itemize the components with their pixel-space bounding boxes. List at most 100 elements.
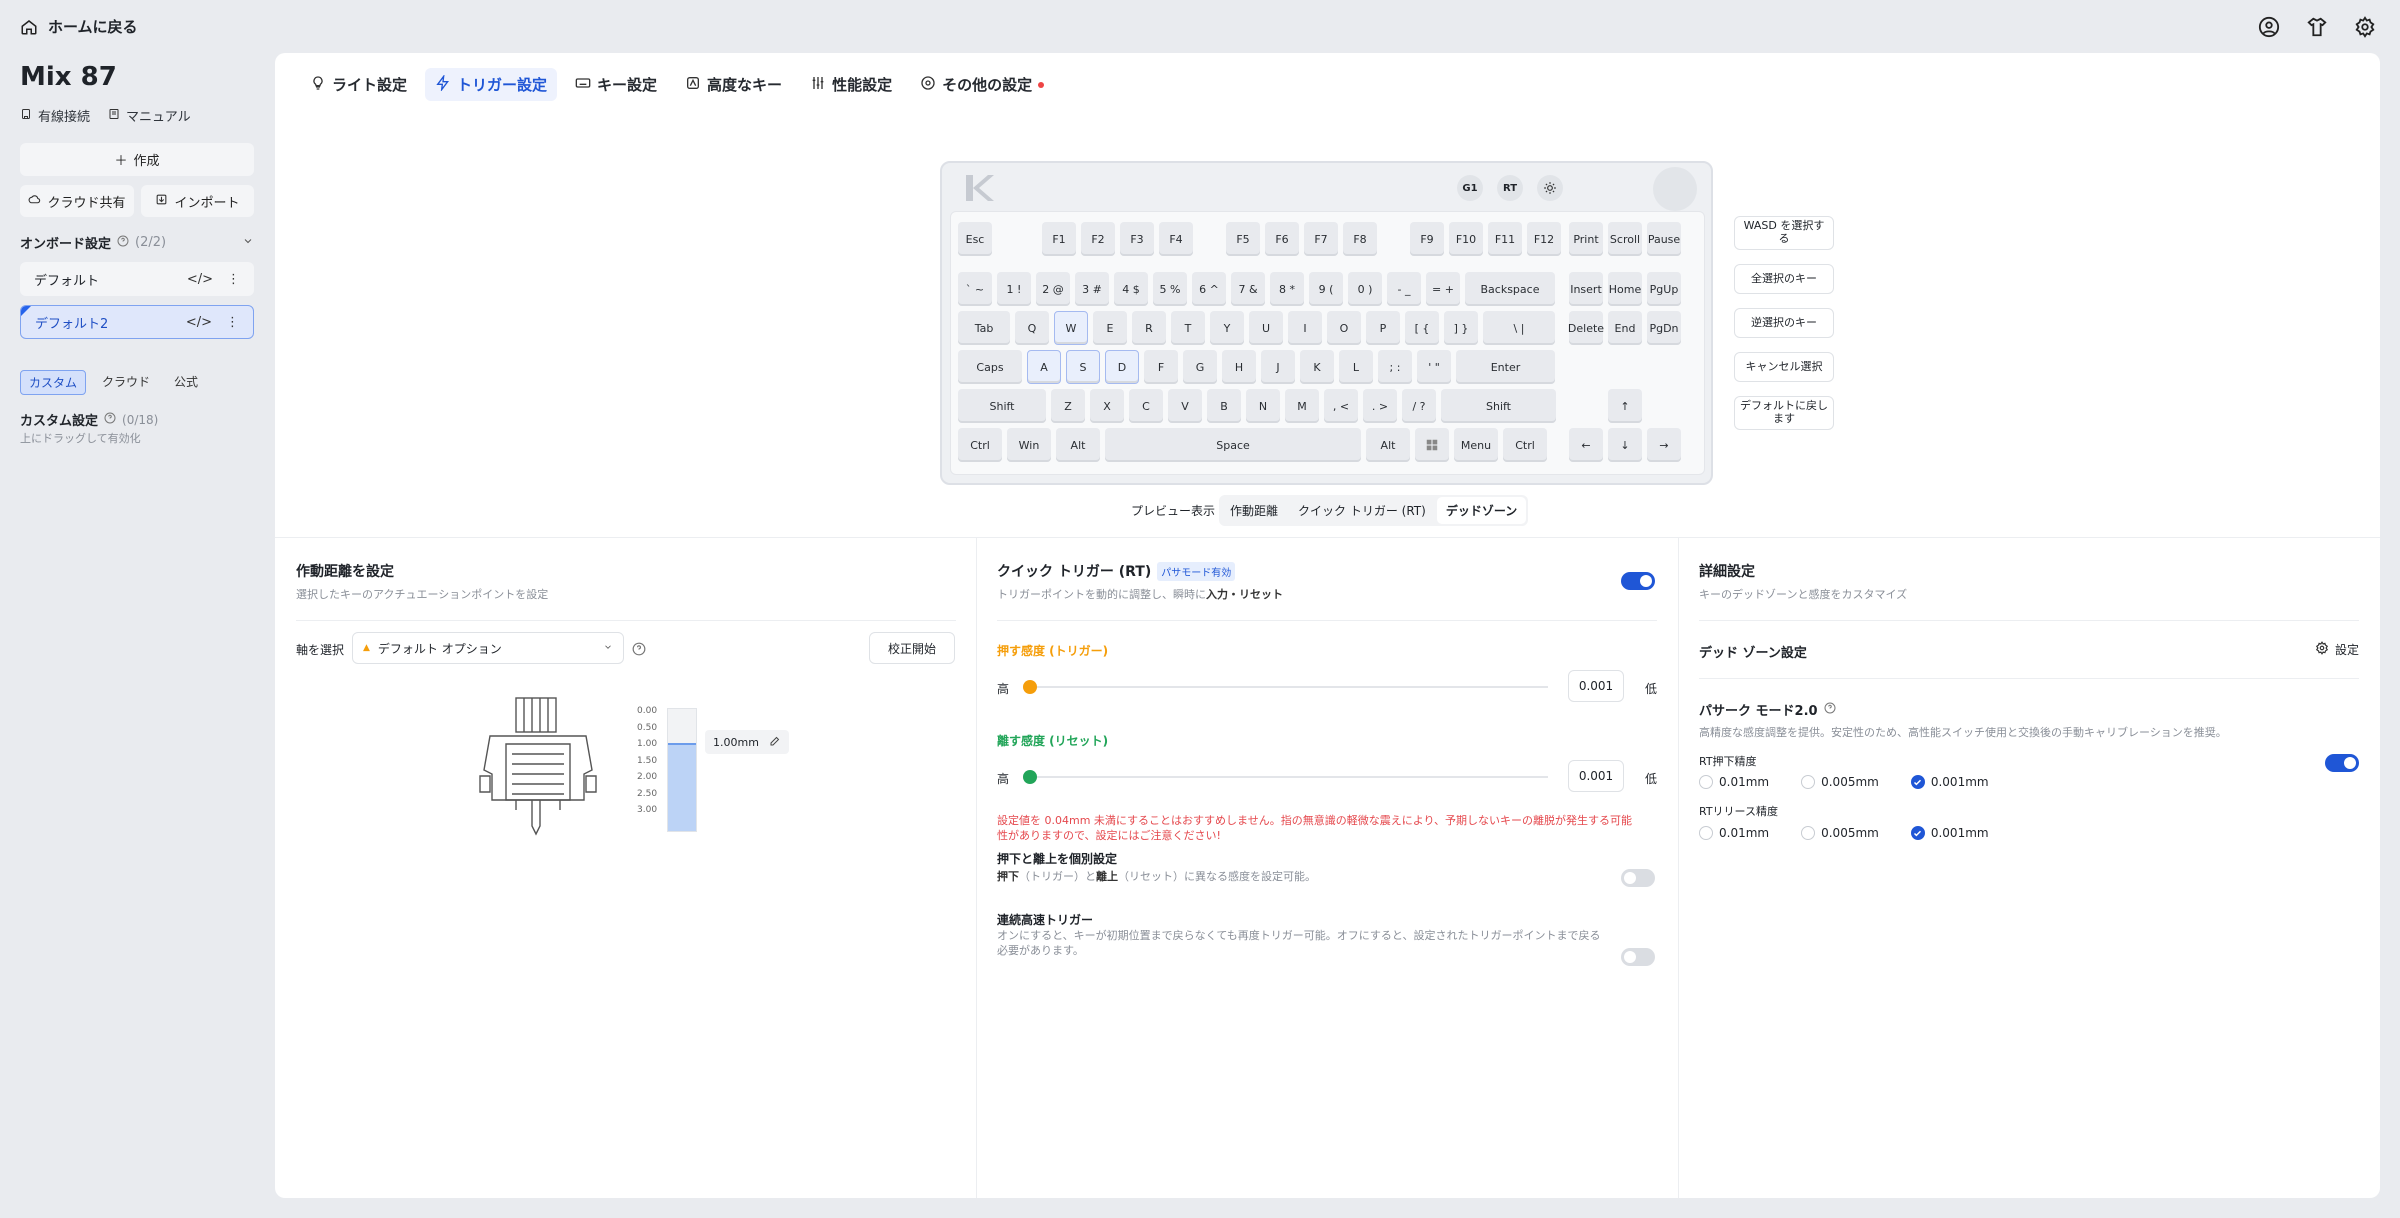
press-precision-option[interactable]: 0.001mm xyxy=(1910,775,1989,789)
create-button[interactable]: ＋ 作成 xyxy=(20,143,254,176)
key-'-"[interactable]: ' " xyxy=(1417,350,1451,384)
code-icon[interactable]: </> xyxy=(187,272,213,287)
edit-icon[interactable] xyxy=(769,735,781,750)
shirt-icon[interactable] xyxy=(2304,14,2330,40)
key-pause[interactable]: Pause xyxy=(1647,222,1681,256)
key---_[interactable]: - _ xyxy=(1387,272,1421,306)
key-l[interactable]: L xyxy=(1339,350,1373,384)
key-r[interactable]: R xyxy=(1132,311,1166,345)
key-;-:[interactable]: ; : xyxy=(1378,350,1412,384)
manual-link[interactable]: マニュアル xyxy=(108,106,191,125)
key-caps[interactable]: Caps xyxy=(958,350,1022,384)
tab-performance[interactable]: 性能設定 xyxy=(800,68,902,101)
key-print[interactable]: Print xyxy=(1569,222,1603,256)
key-shift[interactable]: Shift xyxy=(1441,389,1556,423)
release-precision-option[interactable]: 0.005mm xyxy=(1801,826,1879,840)
key-5-%[interactable]: 5 % xyxy=(1153,272,1187,306)
deadzone-settings-button[interactable]: 設定 xyxy=(2315,641,2359,658)
tab-trigger[interactable]: トリガー設定 xyxy=(425,68,558,101)
help-icon[interactable] xyxy=(632,641,646,660)
key-fn-icon[interactable] xyxy=(1415,428,1449,462)
key-i[interactable]: I xyxy=(1288,311,1322,345)
key-pgdn[interactable]: PgDn xyxy=(1647,311,1681,345)
key-4-$[interactable]: 4 $ xyxy=(1114,272,1148,306)
key-insert[interactable]: Insert xyxy=(1569,272,1603,306)
key-v[interactable]: V xyxy=(1168,389,1202,423)
key-delete[interactable]: Delete xyxy=(1568,311,1604,345)
key-f7[interactable]: F7 xyxy=(1304,222,1338,256)
key-2-@[interactable]: 2 @ xyxy=(1036,272,1070,306)
calibrate-button[interactable]: 校正開始 xyxy=(869,632,955,664)
filter-tab-cloud[interactable]: クラウド xyxy=(94,370,158,395)
key-shift[interactable]: Shift xyxy=(958,389,1046,423)
key-alt[interactable]: Alt xyxy=(1056,428,1100,462)
invert-selection-button[interactable]: 逆選択のキー xyxy=(1734,308,1834,338)
key-1-![interactable]: 1 ! xyxy=(997,272,1031,306)
axis-select[interactable]: ▲ デフォルト オプション xyxy=(352,632,624,664)
g1-button[interactable]: G1 xyxy=(1457,175,1483,201)
key-\-|[interactable]: \ | xyxy=(1483,311,1555,345)
key-end[interactable]: End xyxy=(1608,311,1642,345)
key-e[interactable]: E xyxy=(1093,311,1127,345)
cancel-selection-button[interactable]: キャンセル選択 xyxy=(1734,352,1834,382)
continuous-toggle[interactable] xyxy=(1621,948,1655,966)
key-o[interactable]: O xyxy=(1327,311,1361,345)
key-alt[interactable]: Alt xyxy=(1366,428,1410,462)
tab-key[interactable]: キー設定 xyxy=(565,68,667,101)
key-win[interactable]: Win xyxy=(1007,428,1051,462)
cloud-share-button[interactable]: クラウド共有 xyxy=(20,185,134,217)
help-icon[interactable] xyxy=(117,235,129,251)
release-slider[interactable] xyxy=(1026,776,1548,778)
key-k[interactable]: K xyxy=(1300,350,1334,384)
preview-actuation[interactable]: 作動距離 xyxy=(1221,497,1287,524)
key-f4[interactable]: F4 xyxy=(1159,222,1193,256)
key-m[interactable]: M xyxy=(1285,389,1319,423)
key-f9[interactable]: F9 xyxy=(1410,222,1444,256)
brightness-icon[interactable] xyxy=(1537,175,1563,201)
separate-toggle[interactable] xyxy=(1621,869,1655,887)
travel-bar[interactable] xyxy=(667,708,697,832)
onboard-section-header[interactable]: オンボード設定 (2/2) xyxy=(20,233,254,252)
release-slider-thumb[interactable] xyxy=(1023,770,1037,784)
key-g[interactable]: G xyxy=(1183,350,1217,384)
key-7-&[interactable]: 7 & xyxy=(1231,272,1265,306)
reset-default-button[interactable]: デフォルトに戻します xyxy=(1734,396,1834,430)
key-pgup[interactable]: PgUp xyxy=(1647,272,1681,306)
tab-advanced-key[interactable]: 高度なキー xyxy=(675,68,792,101)
key-f1[interactable]: F1 xyxy=(1042,222,1076,256)
key-]-}[interactable]: ] } xyxy=(1444,311,1478,345)
key-/-?[interactable]: / ? xyxy=(1402,389,1436,423)
preview-deadzone[interactable]: デッドゾーン xyxy=(1436,497,1527,524)
pasak-toggle[interactable] xyxy=(2325,754,2359,772)
key-z[interactable]: Z xyxy=(1051,389,1085,423)
key-h[interactable]: H xyxy=(1222,350,1256,384)
more-icon[interactable]: ⋮ xyxy=(227,272,240,287)
key-←[interactable]: ← xyxy=(1569,428,1603,462)
key-j[interactable]: J xyxy=(1261,350,1295,384)
release-value-input[interactable]: 0.001 xyxy=(1568,760,1624,792)
press-precision-option[interactable]: 0.01mm xyxy=(1699,775,1769,789)
filter-tab-custom[interactable]: カスタム xyxy=(20,370,87,395)
user-icon[interactable] xyxy=(2256,14,2282,40)
help-icon[interactable] xyxy=(104,412,116,428)
key-9-([interactable]: 9 ( xyxy=(1309,272,1343,306)
rt-button[interactable]: RT xyxy=(1497,175,1523,201)
key-=-+[interactable]: = + xyxy=(1426,272,1460,306)
home-link[interactable]: ホームに戻る xyxy=(20,16,138,37)
key-f8[interactable]: F8 xyxy=(1343,222,1377,256)
key-scroll[interactable]: Scroll xyxy=(1608,222,1642,256)
actuation-value-tag[interactable]: 1.00mm xyxy=(705,730,789,754)
key-f[interactable]: F xyxy=(1144,350,1178,384)
key-enter[interactable]: Enter xyxy=(1456,350,1555,384)
chevron-down-icon[interactable] xyxy=(242,235,254,251)
key-backspace[interactable]: Backspace xyxy=(1465,272,1555,306)
release-precision-option[interactable]: 0.001mm xyxy=(1910,826,1989,840)
key-↓[interactable]: ↓ xyxy=(1608,428,1642,462)
key-,-<[interactable]: , < xyxy=(1324,389,1358,423)
key-menu[interactable]: Menu xyxy=(1454,428,1498,462)
key-.->[interactable]: . > xyxy=(1363,389,1397,423)
key-f3[interactable]: F3 xyxy=(1120,222,1154,256)
key-x[interactable]: X xyxy=(1090,389,1124,423)
press-precision-option[interactable]: 0.005mm xyxy=(1801,775,1879,789)
press-slider[interactable] xyxy=(1026,686,1548,688)
